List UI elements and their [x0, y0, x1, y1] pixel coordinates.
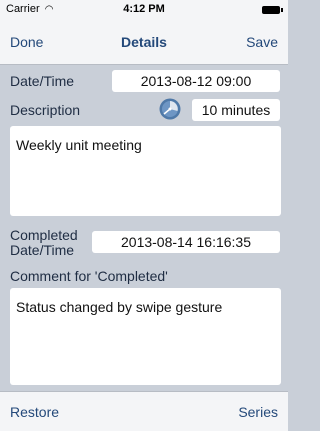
save-button[interactable]: Save	[246, 34, 278, 50]
datetime-field[interactable]: 2013-08-12 09:00	[112, 70, 280, 92]
duration-field[interactable]: 10 minutes	[192, 99, 280, 121]
completed-label-line2: Date/Time	[10, 242, 75, 258]
datetime-label: Date/Time	[10, 73, 75, 89]
description-label: Description	[10, 102, 81, 118]
battery-icon	[262, 6, 283, 14]
description-textarea[interactable]: Weekly unit meeting	[10, 126, 281, 216]
bottom-toolbar: Restore Series	[0, 391, 288, 431]
completed-datetime-field[interactable]: 2013-08-14 16:16:35	[92, 231, 280, 253]
completed-label-line1: Completed	[10, 227, 78, 243]
series-button[interactable]: Series	[238, 404, 278, 420]
completed-label: Completed Date/Time	[10, 228, 78, 258]
restore-button[interactable]: Restore	[10, 404, 59, 420]
navigation-bar: Done Details Save	[0, 20, 288, 65]
timer-icon[interactable]	[159, 98, 181, 120]
page-title: Details	[121, 34, 167, 50]
status-time: 4:12 PM	[123, 3, 165, 15]
status-bar: Carrier ◠ 4:12 PM	[0, 0, 288, 20]
comment-textarea[interactable]: Status changed by swipe gesture	[10, 288, 281, 385]
comment-label: Comment for 'Completed'	[10, 268, 168, 284]
